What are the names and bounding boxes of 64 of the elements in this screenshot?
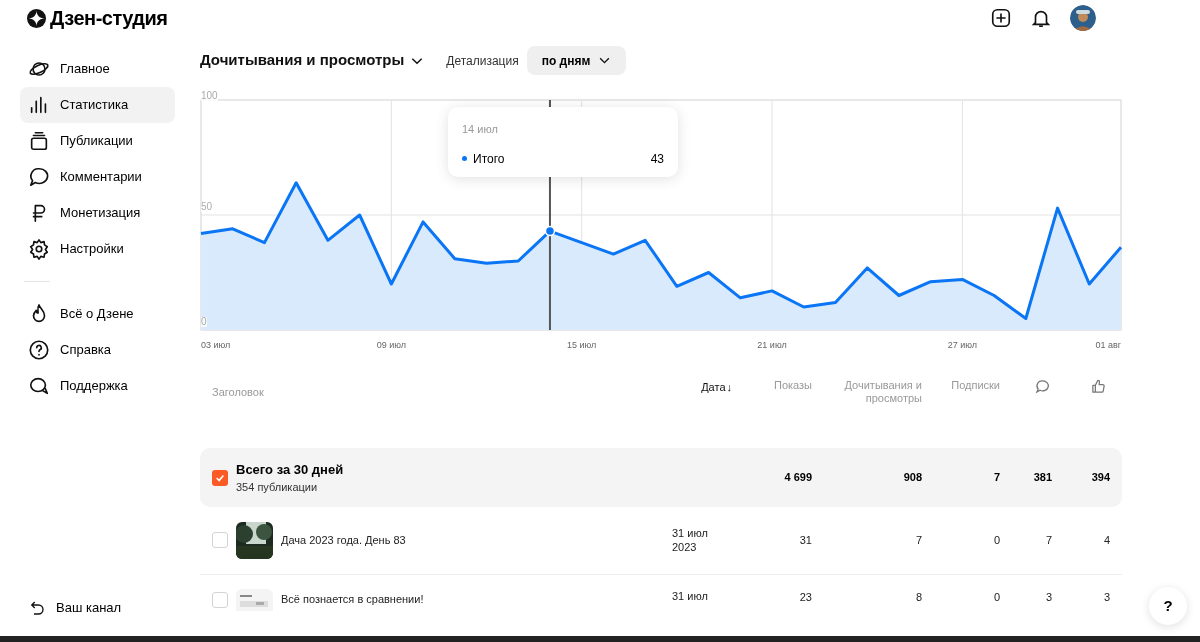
comment-icon	[28, 166, 50, 188]
table-cell-text: 3	[1044, 589, 1052, 605]
sidebar-item[interactable]: Комментарии	[20, 159, 175, 195]
table-cell-text: 381	[1032, 470, 1052, 486]
publication-title[interactable]: Дача 2023 года. День 83	[281, 532, 406, 549]
thumbs-up-icon	[1091, 379, 1106, 394]
chat-icon	[28, 375, 50, 397]
row-checkbox[interactable]	[212, 532, 228, 549]
x-axis-label: 01 авг	[1095, 339, 1121, 352]
column-header[interactable]: Дата↓	[701, 379, 732, 396]
x-axis-label: 09 июл	[376, 339, 406, 352]
sidebar-item[interactable]: Публикации	[20, 123, 175, 159]
row-checkbox[interactable]	[212, 591, 228, 608]
sidebar-item[interactable]: Статистика	[20, 87, 175, 123]
sidebar-item[interactable]: Монетизация	[20, 195, 175, 231]
summary-title: Всего за 30 дней	[236, 460, 344, 479]
publication-title[interactable]: Всё познается в сравнении!	[281, 591, 424, 608]
table-cell-text: 394	[1090, 470, 1110, 486]
stack-icon	[28, 130, 50, 152]
row-checkbox[interactable]	[212, 469, 228, 486]
table-cell-text: 7	[1044, 533, 1052, 549]
table-cell-text: 31 июл 2023	[672, 526, 709, 555]
detail-dropdown[interactable]: по дням	[526, 46, 627, 75]
sidebar-item[interactable]: Поддержка	[20, 368, 175, 404]
table-cell-text: 8	[914, 589, 922, 605]
sidebar-item[interactable]: Справка	[20, 332, 175, 368]
help-icon	[28, 339, 50, 361]
table-cell-text: 908	[902, 470, 922, 486]
x-axis-label: 27 июл	[947, 339, 978, 352]
table-cell-text: 4	[1102, 533, 1110, 549]
table-cell-text: 3	[1102, 589, 1110, 605]
table-cell-text: 7	[914, 533, 922, 549]
settings-icon	[28, 238, 50, 260]
sidebar-item[interactable]: Настройки	[20, 231, 175, 267]
back-arrow-icon	[28, 599, 46, 617]
avatar[interactable]	[1070, 5, 1096, 31]
table-cell-text: 0	[992, 589, 1000, 605]
x-axis-label: 21 июл	[757, 339, 787, 352]
x-axis-label: 03 июл	[201, 339, 231, 352]
table-cell-text: 4 699	[783, 470, 812, 486]
y-axis-label: 100	[201, 91, 218, 101]
table-cell-text: 31	[798, 533, 812, 549]
table-cell-text: 23	[798, 589, 812, 605]
channel-link[interactable]: Ваш канал	[20, 594, 175, 622]
detail-label: Детализация	[446, 52, 519, 70]
comment-icon	[1035, 379, 1050, 394]
y-axis-label: 0	[201, 317, 207, 327]
sidebar-item[interactable]: Всё о Дзене	[20, 296, 175, 332]
table-cell-text: 31 июл	[672, 588, 709, 603]
tooltip-date: 14 июл	[462, 122, 499, 137]
series-value: 43	[650, 150, 664, 168]
table-cell-text: 7	[992, 470, 1000, 486]
table-cell-text: 0	[992, 533, 1000, 549]
y-axis-label: 50	[201, 202, 213, 212]
series-name: Итого	[473, 150, 505, 168]
logo-text[interactable]: Дзен-студия	[50, 3, 168, 33]
checkmark-icon	[215, 472, 225, 483]
x-axis-label: 15 июл	[567, 339, 597, 352]
metric-dropdown[interactable]: Дочитывания и просмотры	[200, 49, 425, 72]
logo-icon	[27, 8, 46, 28]
create-button[interactable]	[990, 7, 1012, 29]
summary-subtitle: 354 публикации	[236, 480, 319, 496]
help-button[interactable]: ?	[1149, 587, 1187, 625]
sidebar-item[interactable]: Главное	[20, 51, 175, 87]
